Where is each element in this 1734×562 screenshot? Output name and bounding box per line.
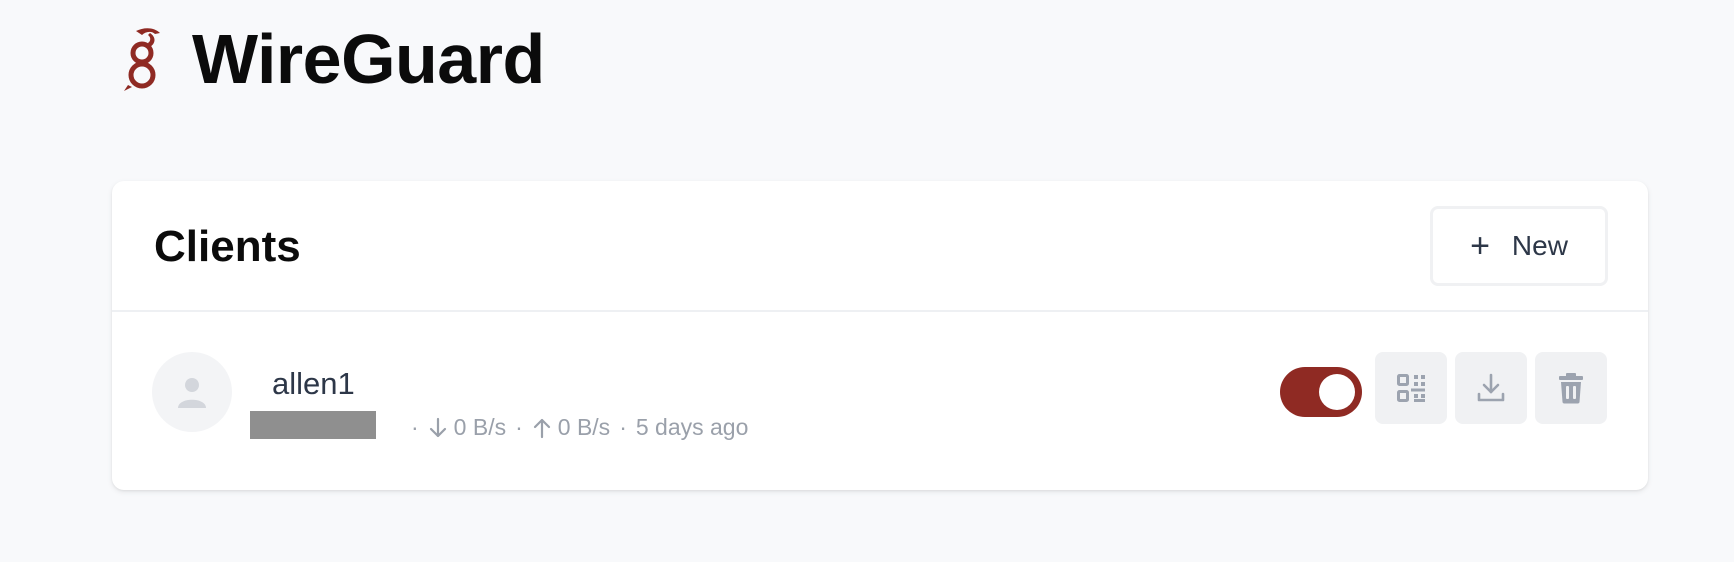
client-row: allen1 · 0 B/s · 0 B/s · 5 days ago bbox=[112, 312, 1648, 488]
app-header: WireGuard bbox=[122, 24, 545, 94]
clients-panel-title: Clients bbox=[154, 222, 301, 271]
qr-code-icon bbox=[1397, 374, 1425, 402]
meta-separator: · bbox=[515, 414, 523, 440]
download-icon bbox=[1477, 373, 1505, 402]
client-enable-toggle[interactable] bbox=[1280, 367, 1362, 417]
client-name[interactable]: allen1 bbox=[272, 366, 355, 402]
show-qr-code-button[interactable] bbox=[1375, 352, 1447, 424]
upload-arrow-icon bbox=[532, 417, 552, 439]
download-config-button[interactable] bbox=[1455, 352, 1527, 424]
app-title: WireGuard bbox=[192, 20, 545, 98]
client-transfer-stats: · 0 B/s · 0 B/s · 5 days ago bbox=[402, 414, 748, 441]
meta-separator: · bbox=[619, 414, 627, 440]
client-address-redacted bbox=[250, 411, 376, 439]
delete-client-button[interactable] bbox=[1535, 352, 1607, 424]
clients-panel-header: Clients + New bbox=[112, 181, 1648, 312]
trash-icon bbox=[1559, 373, 1583, 404]
wireguard-logo-icon bbox=[124, 28, 160, 91]
download-rate: 0 B/s bbox=[453, 414, 507, 440]
user-icon bbox=[178, 378, 206, 408]
download-arrow-icon bbox=[428, 417, 448, 439]
new-client-button-label: New bbox=[1511, 230, 1568, 261]
new-client-button[interactable]: + New bbox=[1430, 206, 1608, 286]
upload-rate: 0 B/s bbox=[557, 414, 611, 440]
last-seen: 5 days ago bbox=[635, 414, 749, 440]
toggle-knob bbox=[1319, 374, 1355, 410]
client-avatar bbox=[152, 352, 232, 432]
plus-icon: + bbox=[1470, 227, 1490, 265]
meta-separator: · bbox=[411, 414, 419, 440]
clients-panel: Clients + New allen1 · 0 B/s · 0 B/s · 5… bbox=[112, 181, 1648, 490]
